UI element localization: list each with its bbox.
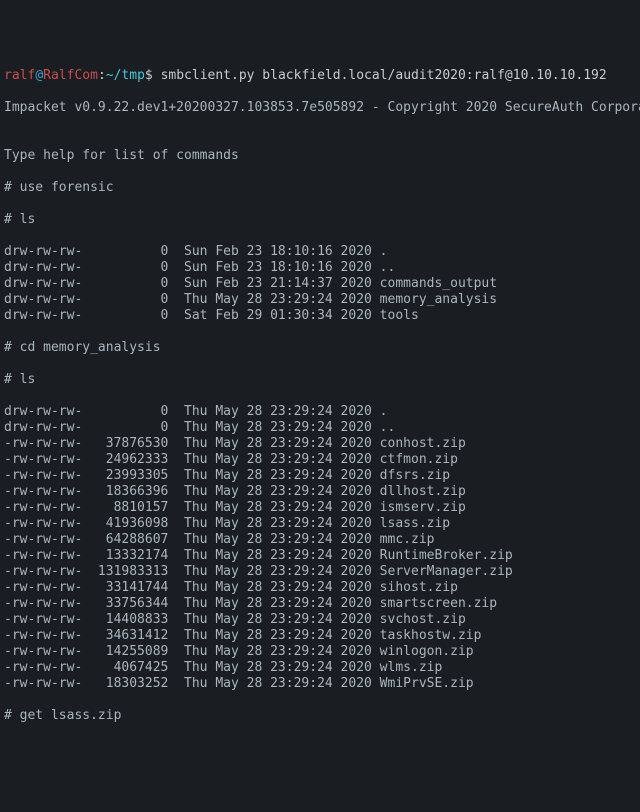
prompt-colon: : [98,68,106,83]
dir-listing-memory-analysis: drw-rw-rw- 0 Thu May 28 23:29:24 2020 .d… [4,404,636,692]
list-item: drw-rw-rw- 0 Thu May 28 23:29:24 2020 . [4,404,636,420]
list-item: drw-rw-rw- 0 Sun Feb 23 21:14:37 2020 co… [4,276,636,292]
shell-cmd-use: # use forensic [4,180,636,196]
help-hint: Type help for list of commands [4,148,636,164]
dir-listing-forensic: drw-rw-rw- 0 Sun Feb 23 18:10:16 2020 .d… [4,244,636,324]
prompt-at: @ [35,68,43,83]
list-item: drw-rw-rw- 0 Thu May 28 23:29:24 2020 me… [4,292,636,308]
list-item: drw-rw-rw- 0 Sun Feb 23 18:10:16 2020 . [4,244,636,260]
list-item: -rw-rw-rw- 24962333 Thu May 28 23:29:24 … [4,452,636,468]
list-item: -rw-rw-rw- 34631412 Thu May 28 23:29:24 … [4,628,636,644]
shell-cmd-ls1: # ls [4,212,636,228]
list-item: -rw-rw-rw- 14255089 Thu May 28 23:29:24 … [4,644,636,660]
list-item: -rw-rw-rw- 33141744 Thu May 28 23:29:24 … [4,580,636,596]
command-input[interactable]: smbclient.py blackfield.local/audit2020:… [153,68,607,83]
list-item: -rw-rw-rw- 41936098 Thu May 28 23:29:24 … [4,516,636,532]
list-item: -rw-rw-rw- 18366396 Thu May 28 23:29:24 … [4,484,636,500]
list-item: -rw-rw-rw- 18303252 Thu May 28 23:29:24 … [4,676,636,692]
shell-cmd-ls2: # ls [4,372,636,388]
banner-line: Impacket v0.9.22.dev1+20200327.103853.7e… [4,100,636,116]
list-item: -rw-rw-rw- 64288607 Thu May 28 23:29:24 … [4,532,636,548]
list-item: -rw-rw-rw- 131983313 Thu May 28 23:29:24… [4,564,636,580]
list-item: -rw-rw-rw- 23993305 Thu May 28 23:29:24 … [4,468,636,484]
shell-cmd-get: # get lsass.zip [4,708,636,724]
prompt-host: RalfCom [43,68,98,83]
list-item: -rw-rw-rw- 14408833 Thu May 28 23:29:24 … [4,612,636,628]
shell-cmd-cd: # cd memory_analysis [4,340,636,356]
shell-prompt-line: ralf@RalfCom:~/tmp$ smbclient.py blackfi… [4,68,636,84]
prompt-dollar: $ [145,68,153,83]
list-item: -rw-rw-rw- 37876530 Thu May 28 23:29:24 … [4,436,636,452]
list-item: -rw-rw-rw- 8810157 Thu May 28 23:29:24 2… [4,500,636,516]
list-item: -rw-rw-rw- 13332174 Thu May 28 23:29:24 … [4,548,636,564]
list-item: drw-rw-rw- 0 Thu May 28 23:29:24 2020 .. [4,420,636,436]
list-item: drw-rw-rw- 0 Sat Feb 29 01:30:34 2020 to… [4,308,636,324]
prompt-path: ~/tmp [106,68,145,83]
prompt-user: ralf [4,68,35,83]
list-item: drw-rw-rw- 0 Sun Feb 23 18:10:16 2020 .. [4,260,636,276]
list-item: -rw-rw-rw- 33756344 Thu May 28 23:29:24 … [4,596,636,612]
list-item: -rw-rw-rw- 4067425 Thu May 28 23:29:24 2… [4,660,636,676]
